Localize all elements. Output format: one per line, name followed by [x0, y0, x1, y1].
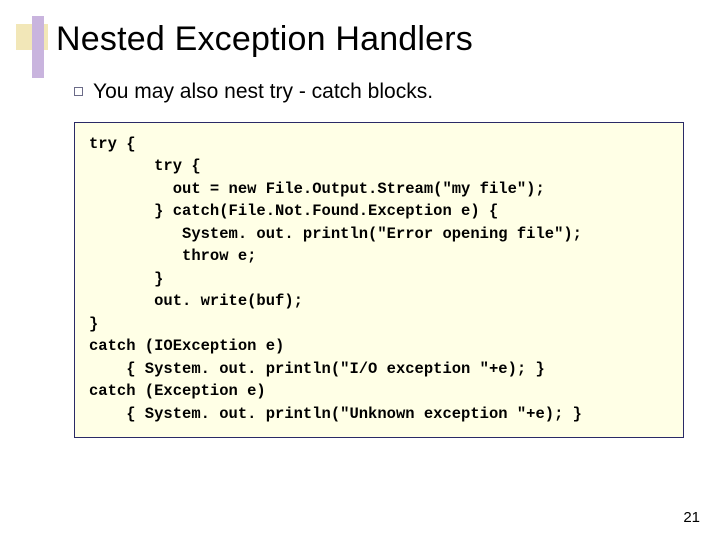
slide-title: Nested Exception Handlers [56, 20, 473, 59]
square-bullet-icon [74, 87, 83, 96]
page-number: 21 [683, 509, 700, 526]
code-block: try { try { out = new File.Output.Stream… [74, 122, 684, 438]
bullet-item: You may also nest try - catch blocks. [74, 80, 684, 104]
slide-body: You may also nest try - catch blocks. tr… [74, 80, 684, 438]
slide: Nested Exception Handlers You may also n… [0, 0, 720, 540]
decoration-vertical [32, 16, 44, 78]
bullet-text: You may also nest try - catch blocks. [93, 80, 433, 104]
